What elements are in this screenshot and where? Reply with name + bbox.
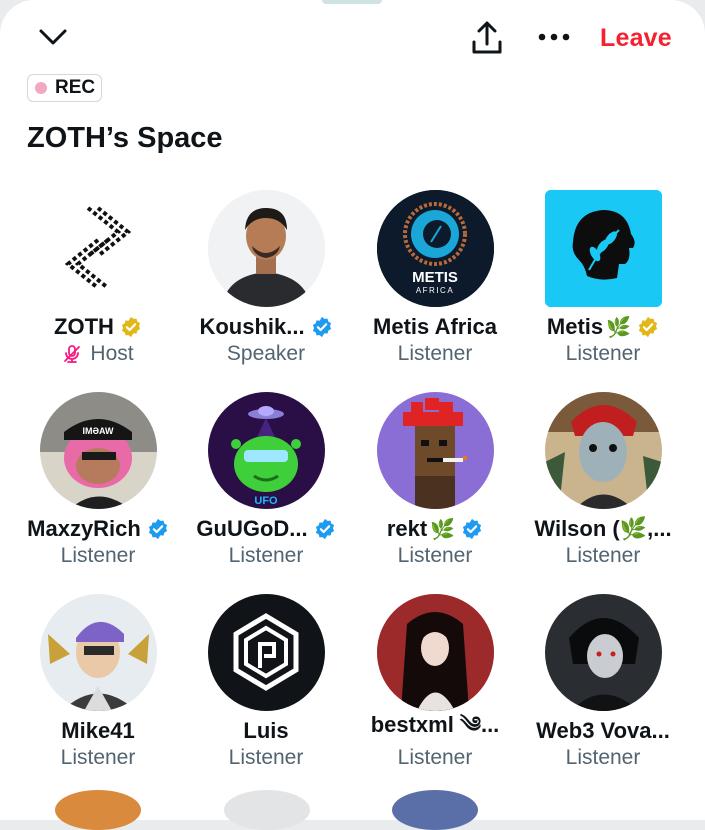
participant-role: Listener	[228, 746, 304, 769]
cap-text: IMƏAW	[82, 426, 114, 436]
mic-off-icon	[64, 345, 81, 363]
participant-role-row: Listener	[351, 543, 519, 569]
chevron-down-icon[interactable]	[36, 24, 70, 52]
avatar-koushik[interactable]	[207, 190, 325, 307]
participant-role-row: Listener	[351, 341, 519, 367]
avatar-bestxml[interactable]	[376, 594, 494, 711]
participant-role-row: Listener	[182, 543, 350, 569]
verified-gold-badge-icon	[639, 316, 658, 338]
recording-label: REC	[55, 77, 96, 98]
recording-badge: REC	[27, 74, 103, 102]
avatar-luis[interactable]	[207, 594, 325, 711]
participant-card[interactable]: UFO GuUGoD... Listener	[182, 392, 350, 569]
avatar-partial[interactable]	[392, 790, 478, 830]
participant-role: Listener	[60, 544, 136, 567]
space-sheet: Leave REC ZOTH’s Space ZOTH Host Koushik…	[0, 0, 705, 830]
participant-card[interactable]: Mike41 Listener	[14, 594, 182, 771]
participant-name: ZOTH	[54, 314, 114, 339]
participant-role-row: Listener	[519, 543, 687, 569]
participant-name: MaxzyRich	[27, 516, 141, 541]
verified-blue-badge-icon	[463, 518, 482, 540]
participant-role-row: Listener	[182, 745, 350, 771]
participant-card[interactable]: Web3 Vova... Listener	[519, 594, 687, 771]
participant-role-row: Host	[14, 341, 182, 367]
participant-name-row: GuUGoD...	[182, 515, 350, 543]
participant-card[interactable]: METIS AFRICA Metis Africa Listener	[351, 190, 519, 367]
participant-card[interactable]: IMƏAW MaxzyRich Listener	[14, 392, 182, 569]
verified-blue-badge-icon	[312, 316, 331, 338]
metis-africa-logo-text: METIS	[412, 269, 458, 286]
participant-name: Luis	[243, 718, 289, 743]
participant-name: Web3 Vova...	[536, 718, 670, 743]
participant-name-row: ZOTH	[14, 313, 182, 341]
participant-role: Speaker	[226, 342, 306, 365]
share-icon[interactable]	[470, 20, 504, 56]
space-title: ZOTH’s Space	[27, 122, 223, 154]
leaf-emoji: 🌿	[430, 518, 456, 541]
participant-card[interactable]: Wilson (🌿,... Listener	[519, 392, 687, 569]
participant-name-row: Koushik...	[182, 313, 350, 341]
participant-role: Listener	[565, 746, 641, 769]
participant-name-row: Luis	[182, 717, 350, 745]
participant-role-row: Speaker	[182, 341, 350, 367]
recording-dot-icon	[35, 82, 47, 94]
avatar-partial[interactable]	[224, 790, 310, 830]
participant-name: Metis	[546, 314, 604, 339]
participant-role: Listener	[397, 342, 473, 365]
participant-name: Koushik...	[199, 314, 305, 339]
avatar-wilson[interactable]	[544, 392, 662, 509]
participant-card[interactable]: Koushik... Speaker	[182, 190, 350, 367]
participant-name-row: rekt 🌿	[351, 515, 519, 543]
participant-role-row: Listener	[14, 745, 182, 771]
participant-name-row: MaxzyRich	[14, 515, 182, 543]
participant-name: GuUGoD...	[196, 516, 308, 541]
avatar-mike41[interactable]	[39, 594, 157, 711]
verified-gold-badge-icon	[121, 316, 141, 338]
avatar-zoth[interactable]	[39, 190, 157, 307]
participant-name-row: bestxml ༄...	[351, 712, 519, 745]
participant-name: Metis Africa	[373, 314, 497, 339]
participant-role: Listener	[60, 746, 136, 769]
participant-card[interactable]: Luis Listener	[182, 594, 350, 771]
participant-name-row: Metis Africa	[351, 313, 519, 341]
avatar-metis-africa[interactable]: METIS AFRICA	[376, 190, 494, 307]
participant-name-row: Mike41	[14, 717, 182, 745]
verified-blue-badge-icon	[148, 518, 167, 540]
participant-role: Listener	[565, 544, 641, 567]
participant-card[interactable]: Metis 🌿 Listener	[519, 190, 687, 367]
participant-role-row: Listener	[14, 543, 182, 569]
participant-name-row: Wilson (🌿,...	[519, 515, 687, 543]
participant-role: Listener	[397, 544, 473, 567]
avatar-rekt[interactable]	[376, 392, 494, 509]
top-bar: Leave	[0, 0, 705, 76]
participant-name: rekt	[386, 516, 428, 541]
avatar-web3-vova[interactable]	[544, 594, 662, 711]
avatar-gugod[interactable]: UFO	[207, 392, 325, 509]
avatar-partial[interactable]	[55, 790, 141, 830]
participant-role-row: Listener	[519, 745, 687, 771]
leave-button[interactable]: Leave	[600, 24, 672, 53]
participant-role: Listener	[565, 342, 641, 365]
participant-name-row: Metis 🌿	[519, 313, 687, 341]
participant-name: Mike41	[61, 718, 135, 743]
leaf-emoji: 🌿	[606, 316, 632, 339]
participant-name-row: Web3 Vova...	[519, 717, 687, 745]
ufo-tag-text: UFO	[254, 495, 278, 507]
metis-africa-logo-subtext: AFRICA	[415, 286, 453, 295]
participant-role: Listener	[397, 746, 473, 769]
participant-card[interactable]: ZOTH Host	[14, 190, 182, 367]
participant-role: Listener	[228, 544, 304, 567]
more-horizontal-icon[interactable]	[536, 26, 572, 48]
avatar-maxzyrich[interactable]: IMƏAW	[39, 392, 157, 509]
participant-card[interactable]: bestxml ༄... Listener	[351, 594, 519, 771]
participant-role-row: Listener	[519, 341, 687, 367]
participant-name: Wilson (🌿,...	[534, 516, 672, 541]
participant-role: Host	[90, 342, 134, 365]
avatar-metis[interactable]	[544, 190, 662, 307]
verified-blue-badge-icon	[315, 518, 334, 540]
participant-card[interactable]: rekt 🌿 Listener	[351, 392, 519, 569]
